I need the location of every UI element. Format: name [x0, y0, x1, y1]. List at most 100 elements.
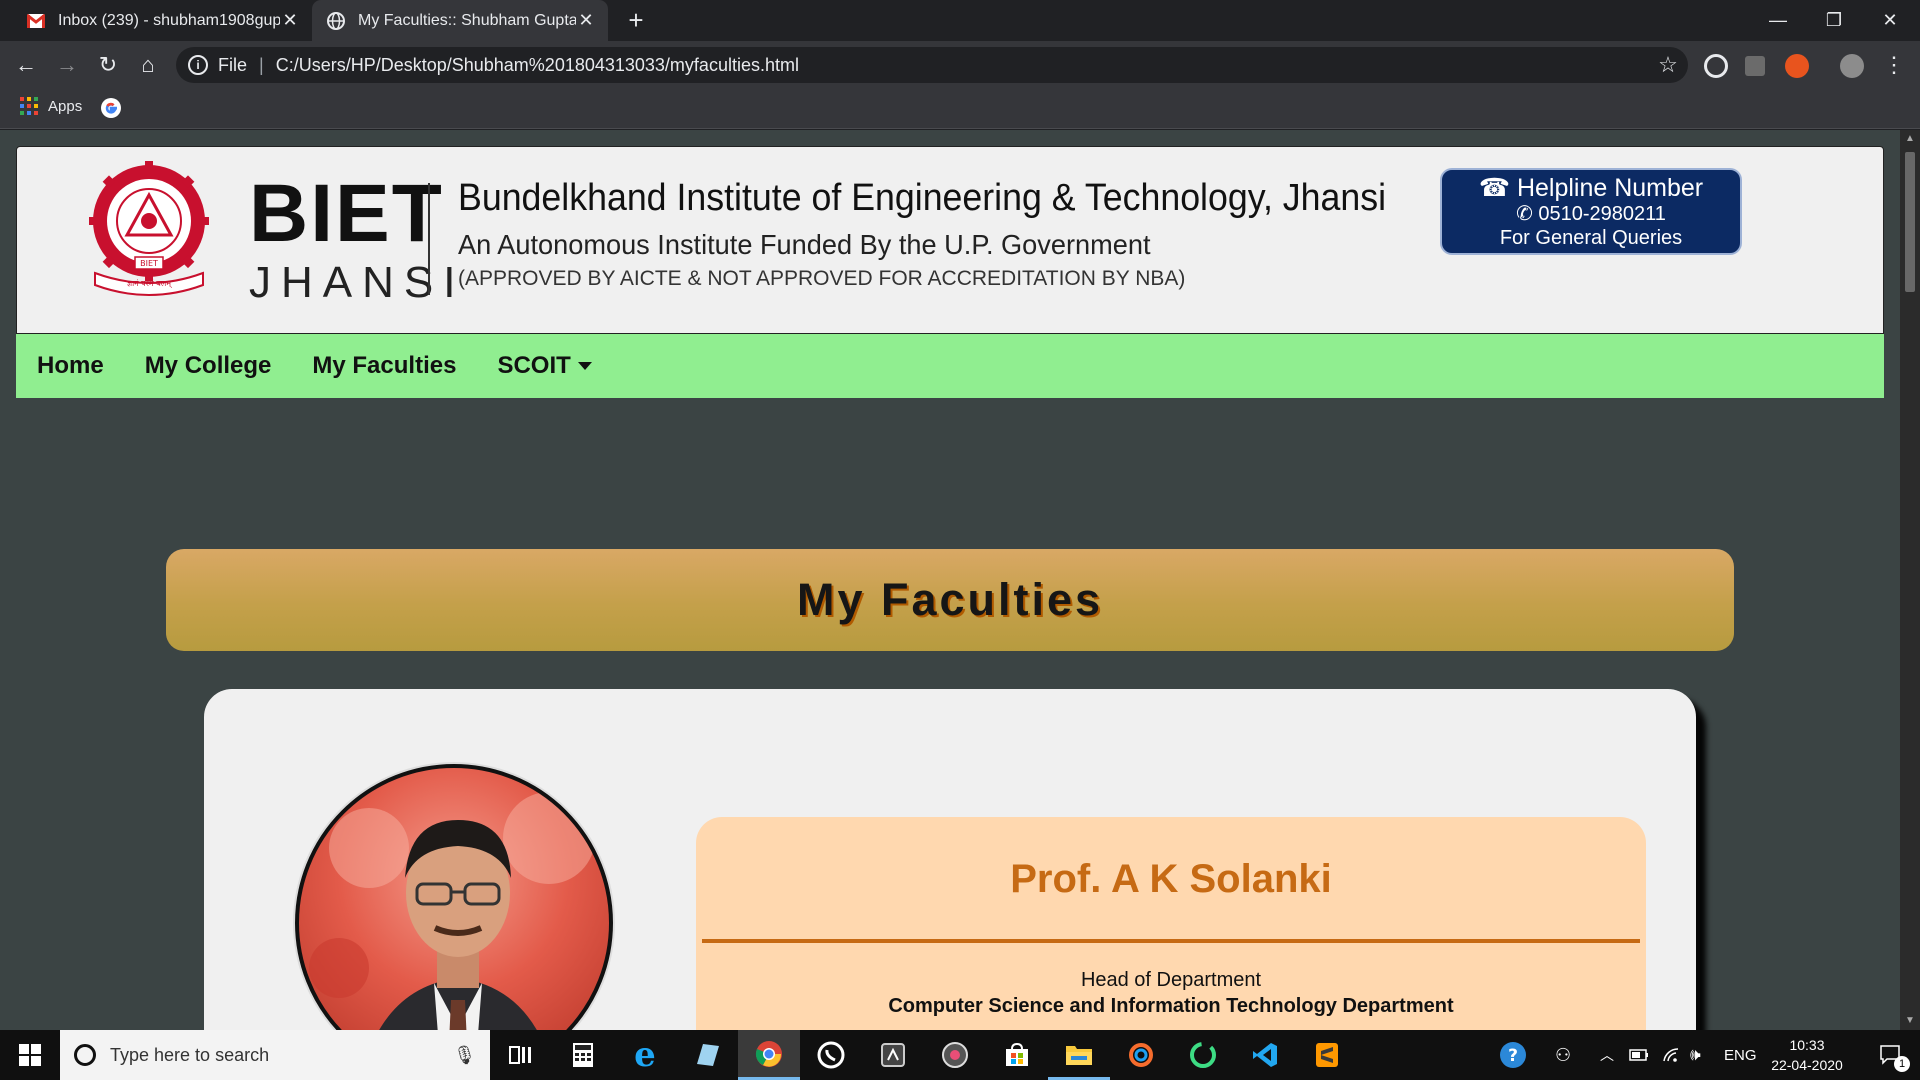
faculty-info-box: Prof. A K Solanki Head of Department Com… — [696, 817, 1646, 1030]
tab-my-faculties[interactable]: My Faculties:: Shubham Gupta ✕ — [312, 0, 608, 41]
helpline-title: Helpline Number — [1516, 174, 1704, 202]
page-title: My Faculties — [796, 574, 1104, 625]
calculator-icon[interactable] — [552, 1030, 614, 1080]
nav-home[interactable]: Home — [37, 352, 104, 380]
info-icon[interactable]: i — [188, 55, 208, 75]
google-icon — [101, 98, 121, 118]
browser-tabstrip: Inbox (239) - shubham1908gupta ✕ My Facu… — [0, 0, 1920, 41]
bookmark-label: Apps — [48, 97, 83, 115]
notification-count-badge: 1 — [1894, 1056, 1910, 1072]
microsoft-store-icon[interactable] — [986, 1030, 1048, 1080]
internet-explorer-icon[interactable]: e — [614, 1030, 676, 1080]
url-scheme: File — [218, 54, 248, 75]
tab-title: Inbox (239) - shubham1908gupta — [58, 11, 280, 29]
page-body: BIET ज्ञानं परमं बलम् BIET JHANSI Bundel… — [0, 130, 1900, 1030]
windows-start-button[interactable] — [0, 1030, 60, 1080]
apps-grid-icon — [20, 97, 38, 115]
page-viewport: BIET ज्ञानं परमं बलम् BIET JHANSI Bundel… — [0, 130, 1900, 1030]
gmail-icon — [26, 11, 46, 31]
url-separator: | — [259, 54, 264, 75]
menu-kebab-icon[interactable]: ⋮ — [1878, 49, 1910, 81]
sync-app-icon[interactable] — [1172, 1030, 1234, 1080]
scrollbar-thumb[interactable] — [1905, 152, 1915, 292]
minimize-icon[interactable]: — — [1750, 0, 1806, 41]
action-center-icon[interactable]: 1 — [1866, 1030, 1916, 1080]
helpline-note: For General Queries — [1499, 227, 1683, 249]
nav-my-college[interactable]: My College — [145, 352, 272, 380]
reload-icon[interactable]: ↻ — [92, 49, 124, 81]
new-tab-button[interactable]: + — [622, 6, 650, 34]
browser-toolbar: ← → ↻ ⌂ i File | C:/Users/HP/Desktop/Shu… — [0, 41, 1920, 89]
globe-icon — [326, 11, 346, 31]
close-window-icon[interactable]: ✕ — [1862, 0, 1918, 41]
taskbar-search[interactable]: Type here to search 🎙 — [60, 1030, 490, 1080]
close-tab-icon[interactable]: ✕ — [280, 10, 300, 31]
people-icon[interactable]: ⚇ — [1555, 1030, 1571, 1080]
clock-date: 22-04-2020 — [1771, 1057, 1843, 1073]
biet-logo-text: BIET — [249, 168, 444, 259]
institute-subtitle: An Autonomous Institute Funded By the U.… — [458, 229, 1151, 260]
scroll-up-icon[interactable]: ▲ — [1900, 130, 1920, 148]
volume-icon[interactable]: 🕪 — [1690, 1030, 1701, 1080]
vscode-icon[interactable] — [1234, 1030, 1296, 1080]
bookmark-apps[interactable]: Apps — [20, 97, 82, 115]
wifi-icon[interactable] — [1662, 1030, 1680, 1080]
task-view-icon[interactable] — [490, 1030, 552, 1080]
chevron-up-icon[interactable]: ︿ — [1600, 1030, 1614, 1080]
biet-seal-logo[interactable]: BIET ज्ञानं परमं बलम् — [81, 161, 217, 297]
scroll-down-icon[interactable]: ▼ — [1900, 1012, 1920, 1030]
notes-app-icon[interactable] — [676, 1030, 738, 1080]
nav-scoit-label: SCOIT — [497, 352, 571, 379]
faculty-name: Prof. A K Solanki — [1010, 857, 1332, 901]
windows-taskbar: Type here to search 🎙 e ? ⚇ ︿ 🕪 ENG 10:3… — [0, 1030, 1920, 1080]
faculty-card: Prof. A K Solanki Head of Department Com… — [204, 689, 1696, 1030]
back-arrow-icon[interactable]: ← — [10, 49, 42, 81]
helpline-box: ☎ Helpline Number ✆ 0510-2980211 For Gen… — [1440, 168, 1742, 255]
file-explorer-icon[interactable] — [1048, 1030, 1110, 1080]
help-tray-icon[interactable]: ? — [1498, 1030, 1528, 1080]
bookmark-google[interactable] — [100, 97, 122, 119]
whatsapp-icon[interactable] — [800, 1030, 862, 1080]
helpline-phone[interactable]: 0510-2980211 — [1538, 203, 1666, 225]
faculty-department: Computer Science and Information Technol… — [888, 995, 1454, 1017]
chrome-taskbar-icon[interactable] — [738, 1030, 800, 1080]
helpline-phone-row: ✆ 0510-2980211 — [1442, 202, 1740, 226]
main-navbar: Home My College My Faculties SCOIT — [16, 334, 1884, 398]
microphone-icon[interactable]: 🎙 — [453, 1045, 476, 1066]
photo-viewer-icon[interactable] — [862, 1030, 924, 1080]
address-bar[interactable]: i File | C:/Users/HP/Desktop/Shubham%201… — [176, 47, 1688, 83]
phone-icon: ✆ — [1516, 203, 1533, 225]
nav-scoit-dropdown[interactable]: SCOIT — [497, 352, 592, 380]
home-icon[interactable]: ⌂ — [132, 49, 164, 81]
helpline-title-row: ☎ Helpline Number — [1442, 174, 1740, 202]
battery-icon[interactable] — [1629, 1030, 1649, 1080]
faculty-divider — [702, 939, 1640, 943]
institute-approval: (APPROVED BY AICTE & NOT APPROVED FOR AC… — [458, 267, 1186, 290]
media-player-icon[interactable] — [924, 1030, 986, 1080]
url-text[interactable]: C:/Users/HP/Desktop/Shubham%201804313033… — [276, 55, 1648, 76]
tab-inbox[interactable]: Inbox (239) - shubham1908gupta ✕ — [12, 0, 312, 41]
profile-avatar-icon[interactable] — [1840, 54, 1864, 78]
jhansi-logo-text: JHANSI — [249, 258, 466, 307]
site-header: BIET ज्ञानं परमं बलम् BIET JHANSI Bundel… — [16, 146, 1884, 334]
windows-logo-icon — [19, 1044, 41, 1066]
language-indicator[interactable]: ENG — [1724, 1030, 1757, 1080]
nav-my-faculties[interactable]: My Faculties — [312, 352, 456, 380]
cortana-icon — [74, 1044, 96, 1066]
extension-square-icon[interactable] — [1745, 56, 1765, 76]
restore-icon[interactable]: ❐ — [1806, 0, 1862, 41]
faculty-portrait-image — [309, 792, 595, 1030]
taskbar-search-placeholder: Type here to search — [110, 1044, 270, 1065]
extension-speed-icon[interactable] — [1704, 54, 1728, 78]
page-scrollbar[interactable]: ▲ ▼ — [1900, 130, 1920, 1030]
institute-name: Bundelkhand Institute of Engineering & T… — [458, 177, 1387, 219]
close-tab-icon[interactable]: ✕ — [576, 10, 596, 31]
bookmark-star-icon[interactable]: ☆ — [1648, 52, 1688, 78]
sublime-text-icon[interactable] — [1296, 1030, 1358, 1080]
extension-flame-icon[interactable] — [1785, 54, 1809, 78]
faculty-photo — [295, 764, 613, 1030]
origin-app-icon[interactable] — [1110, 1030, 1172, 1080]
forward-arrow-icon[interactable]: → — [51, 49, 83, 81]
clock-time: 10:33 — [1789, 1037, 1825, 1053]
clock[interactable]: 10:33 22-04-2020 — [1768, 1030, 1846, 1080]
